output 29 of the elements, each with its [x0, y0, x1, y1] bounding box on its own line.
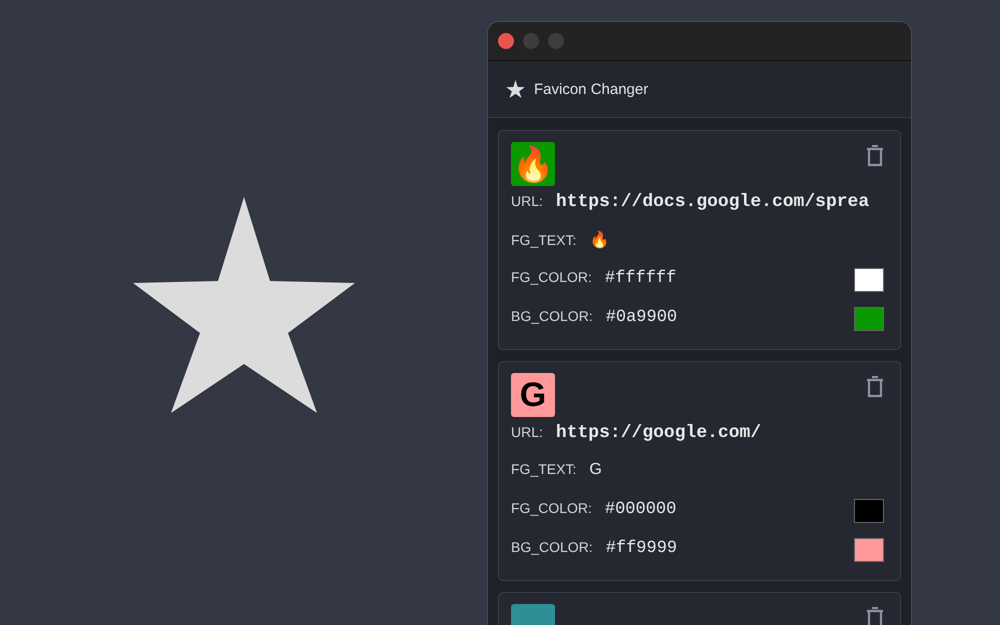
field-label: FG_TEXT: [511, 461, 576, 477]
star-icon [132, 197, 354, 413]
field-label: FG_COLOR: [511, 269, 592, 285]
url-field[interactable]: https://docs.google.com/sprea [556, 192, 870, 212]
field-label: BG_COLOR: [511, 539, 593, 555]
color-value: #000000 [604, 500, 676, 519]
color-value: #0a9900 [606, 308, 678, 327]
star-icon [506, 80, 525, 98]
close-button[interactable] [498, 33, 514, 49]
color-swatch[interactable] [854, 498, 884, 522]
color-swatch[interactable] [854, 268, 884, 292]
trash-icon[interactable] [866, 607, 884, 625]
text-field[interactable]: G [589, 461, 602, 479]
app-title: Favicon Changer [534, 80, 648, 98]
color-value: #ffffff [604, 269, 676, 288]
color-swatch[interactable] [854, 538, 884, 562]
trash-icon[interactable] [866, 145, 884, 167]
text-field[interactable]: 🔥 [589, 230, 610, 250]
trash-icon[interactable] [866, 376, 884, 398]
favicon-preview: G [511, 373, 555, 417]
field-label: FG_TEXT: [511, 232, 576, 248]
favicon-preview: 🔥 [511, 142, 555, 186]
color-swatch[interactable] [854, 306, 884, 330]
field-label: FG_COLOR: [511, 500, 592, 516]
field-label: BG_COLOR: [511, 308, 593, 324]
color-value: #ff9999 [606, 539, 678, 558]
url-field[interactable]: https://google.com/ [556, 423, 762, 443]
field-label: URL: [511, 424, 543, 440]
field-label: URL: [511, 193, 543, 209]
